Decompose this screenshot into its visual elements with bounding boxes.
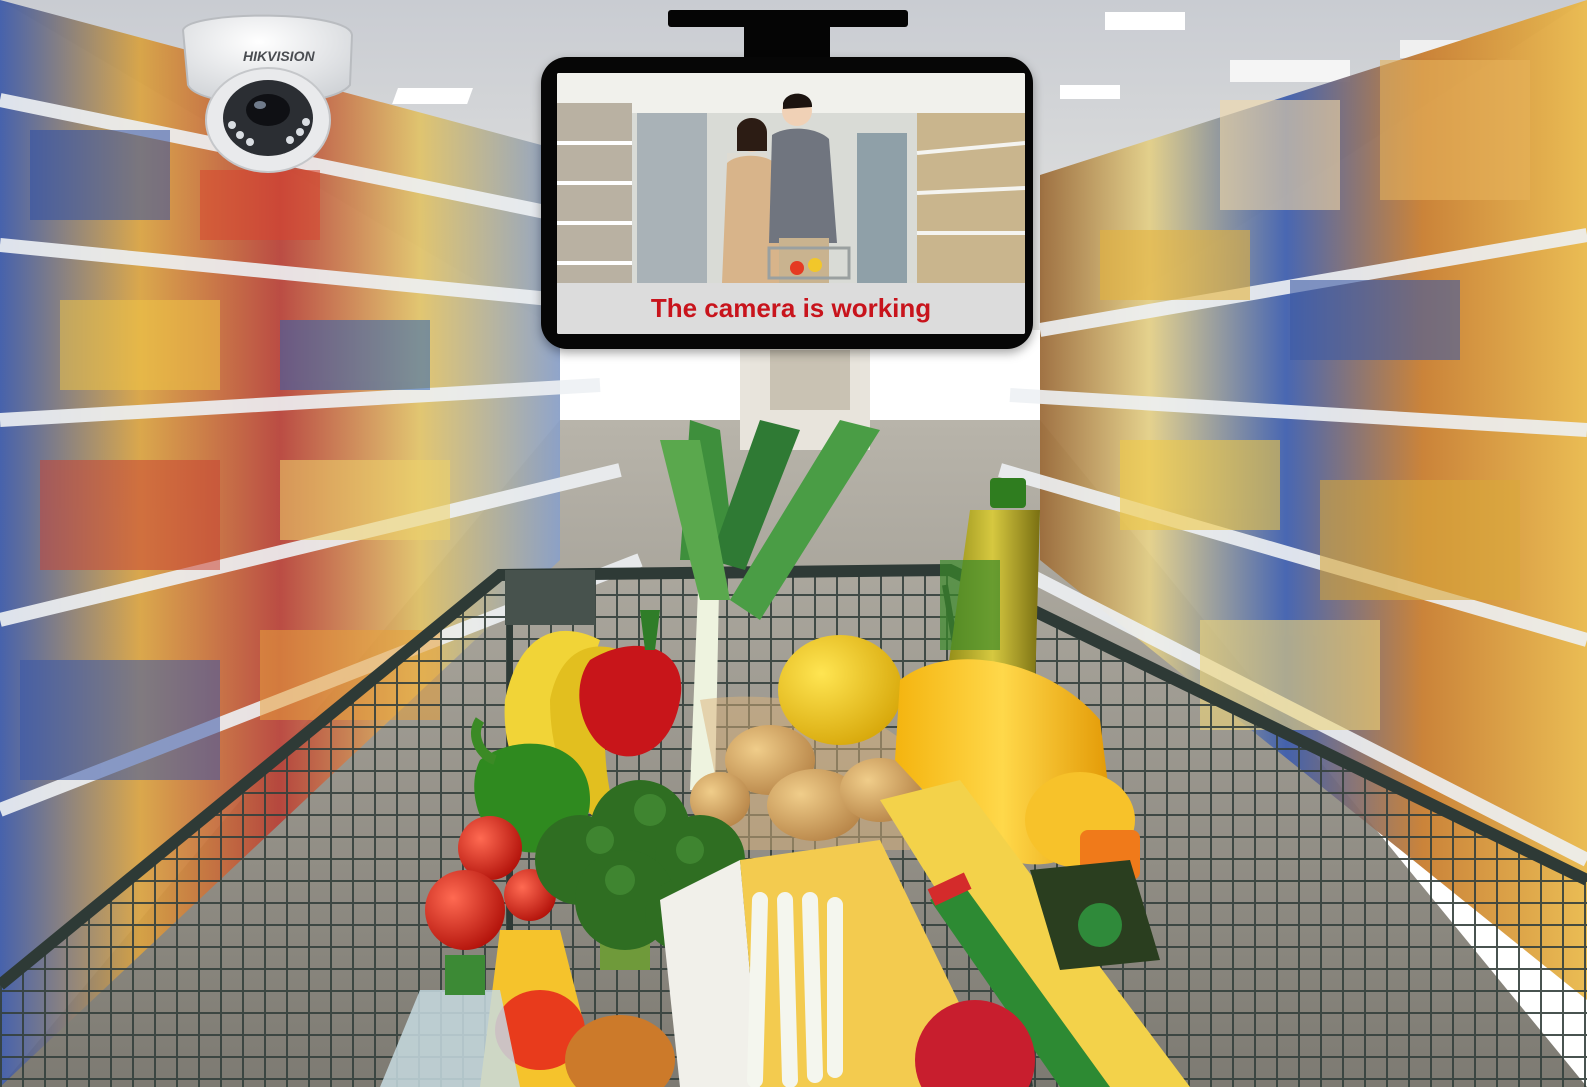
camera-brand-label: HIKVISION (243, 48, 315, 64)
camera-status-text: The camera is working (557, 283, 1025, 334)
supermarket-scene: HIKVISION The camera is working (0, 0, 1587, 1087)
camera-feed-image (557, 73, 1025, 283)
monitor-screen: The camera is working (557, 73, 1025, 334)
public-view-monitor: The camera is working (541, 57, 1033, 349)
